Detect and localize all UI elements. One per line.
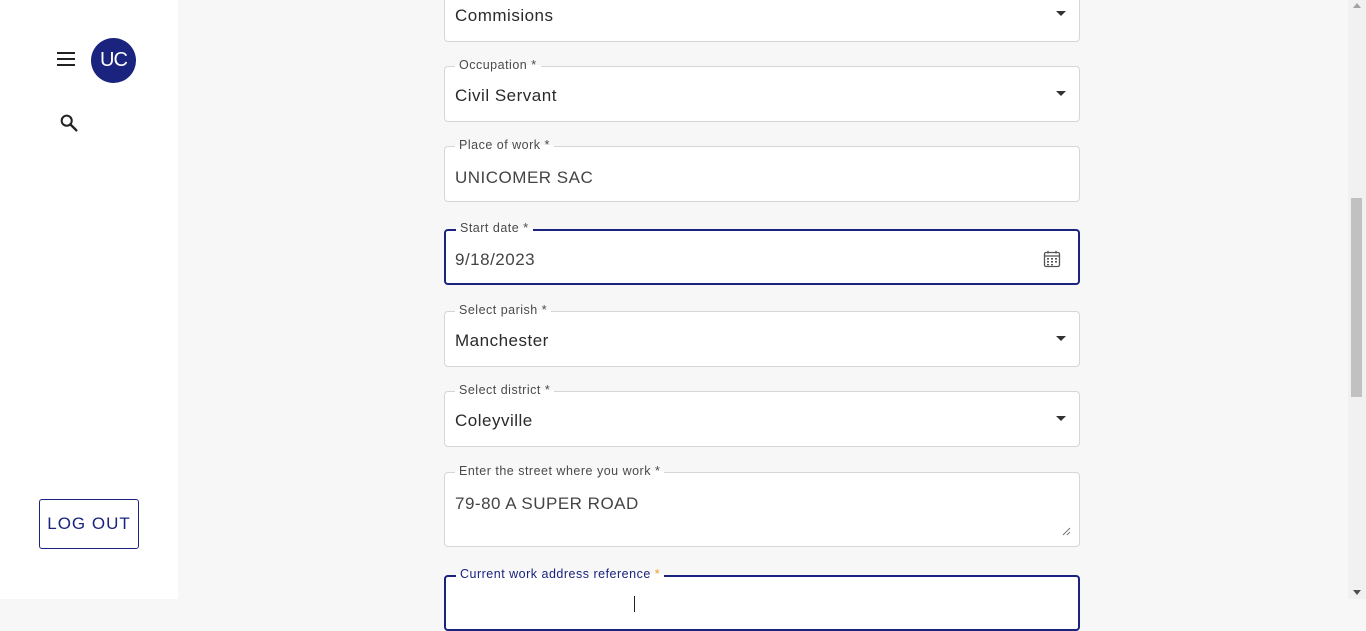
chevron-down-icon (1056, 416, 1066, 421)
main-content: Commisions Occupation * Civil Servant Pl… (178, 0, 1348, 631)
place-of-work-value: UNICOMER SAC (455, 168, 594, 187)
place-of-work-field[interactable]: Place of work * UNICOMER SAC (444, 138, 1080, 202)
resize-handle-icon[interactable] (1062, 527, 1071, 536)
work-address-reference-field[interactable]: Current work address reference * (444, 567, 1080, 631)
occupation-select[interactable]: Occupation * Civil Servant (444, 58, 1080, 122)
commission-value: Commisions (455, 6, 554, 25)
search-icon[interactable] (58, 112, 80, 134)
chevron-down-icon (1056, 91, 1066, 96)
logout-button[interactable]: LOG OUT (39, 499, 139, 549)
place-of-work-label: Place of work * (455, 138, 554, 152)
start-date-field[interactable]: Start date * 9/18/2023 (444, 221, 1080, 285)
commission-select[interactable]: Commisions (444, 0, 1080, 42)
scrollbar-thumb[interactable] (1351, 198, 1362, 397)
work-address-reference-label: Current work address reference * (456, 567, 665, 581)
street-label: Enter the street where you work * (455, 464, 665, 478)
sidebar: UC LOG OUT (0, 0, 178, 599)
district-value: Coleyville (455, 411, 533, 430)
avatar[interactable]: UC (91, 38, 136, 83)
district-select[interactable]: Select district * Coleyville (444, 383, 1080, 447)
parish-value: Manchester (455, 331, 549, 350)
occupation-label: Occupation * (455, 58, 541, 72)
menu-icon[interactable] (56, 51, 76, 67)
text-cursor (634, 596, 635, 612)
chevron-down-icon (1056, 336, 1066, 341)
scrollbar[interactable] (1348, 0, 1366, 599)
scroll-up-arrow-icon[interactable] (1353, 3, 1361, 8)
chevron-down-icon (1056, 11, 1066, 16)
occupation-value: Civil Servant (455, 86, 557, 105)
district-label: Select district * (455, 383, 555, 397)
start-date-value: 9/18/2023 (455, 250, 536, 269)
start-date-label: Start date * (456, 221, 533, 235)
street-textarea[interactable]: Enter the street where you work * 79-80 … (444, 464, 1080, 547)
calendar-icon[interactable] (1043, 250, 1061, 268)
parish-select[interactable]: Select parish * Manchester (444, 303, 1080, 367)
street-value: 79-80 A SUPER ROAD (455, 494, 639, 513)
scroll-down-arrow-icon[interactable] (1353, 590, 1361, 595)
parish-label: Select parish * (455, 303, 552, 317)
